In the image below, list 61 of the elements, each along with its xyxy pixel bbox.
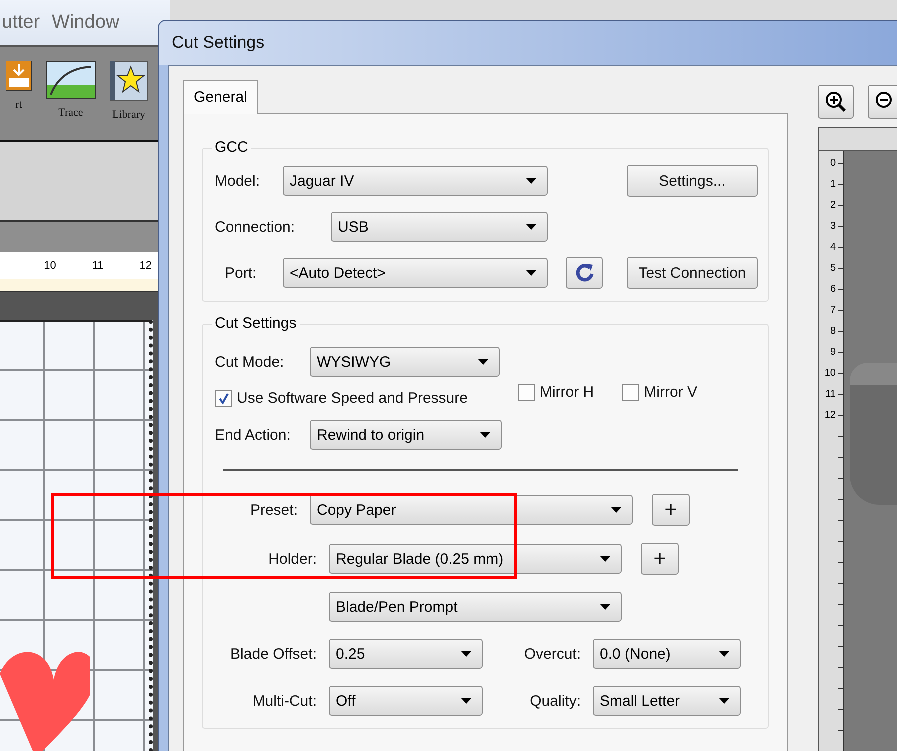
- caret-icon: [478, 359, 489, 365]
- group-title: Cut Settings: [212, 315, 300, 332]
- trace-icon[interactable]: [46, 61, 96, 99]
- caret-icon: [526, 178, 537, 184]
- window-title: Cut Settings: [172, 33, 265, 53]
- refresh-icon: [574, 263, 594, 283]
- caret-icon: [600, 556, 611, 562]
- test-connection-button[interactable]: Test Connection: [627, 257, 758, 289]
- caret-icon: [461, 651, 472, 657]
- caret-icon: [526, 224, 537, 230]
- dropdown[interactable]: Copy Paper: [310, 495, 633, 525]
- checkbox[interactable]: [215, 390, 232, 407]
- menu-item[interactable]: utter: [2, 12, 40, 34]
- checkbox[interactable]: [518, 384, 535, 401]
- caret-icon: [461, 698, 472, 704]
- dropdown[interactable]: USB: [331, 212, 548, 242]
- field-label: Cut Mode:: [215, 354, 286, 370]
- field-label: Model:: [215, 172, 262, 190]
- checkbox-label: Mirror V: [644, 384, 698, 401]
- toolbar-label: Library: [112, 109, 146, 121]
- dropdown[interactable]: Off: [329, 686, 483, 716]
- tab[interactable]: General: [183, 80, 258, 114]
- dropdown[interactable]: <Auto Detect>: [283, 258, 548, 288]
- toolbar-label: Trace: [58, 107, 84, 119]
- caret-icon: [611, 507, 622, 513]
- caret-icon: [719, 698, 730, 704]
- field-label: Blade Offset:: [230, 646, 318, 662]
- field-label: Overcut:: [523, 646, 582, 662]
- caret-icon: [526, 270, 537, 276]
- caret-icon: [719, 651, 730, 657]
- dropdown[interactable]: Blade/Pen Prompt: [329, 592, 622, 622]
- dropdown[interactable]: Jaguar IV: [283, 166, 548, 196]
- dropdown[interactable]: Rewind to origin: [310, 420, 502, 450]
- checkbox[interactable]: [622, 384, 640, 401]
- zoom-in-button[interactable]: [818, 85, 854, 119]
- checkbox-label: Mirror H: [540, 384, 594, 401]
- dropdown[interactable]: Small Letter: [593, 686, 741, 716]
- dropdown[interactable]: 0.0 (None): [593, 639, 741, 669]
- dropdown[interactable]: 0.25: [329, 639, 483, 669]
- refresh-button[interactable]: [566, 257, 603, 289]
- field-label: Quality:: [529, 692, 582, 710]
- field-label: Port:: [224, 264, 258, 282]
- dropdown[interactable]: WYSIWYG: [310, 347, 500, 377]
- add-button[interactable]: +: [641, 543, 679, 575]
- caret-icon: [480, 432, 491, 438]
- star-book-icon[interactable]: [110, 61, 148, 101]
- caret-icon: [600, 604, 611, 610]
- menu-item[interactable]: Window: [52, 12, 120, 34]
- dropdown[interactable]: Regular Blade (0.25 mm): [329, 544, 622, 574]
- field-label: Multi-Cut:: [252, 692, 318, 710]
- field-label: Connection:: [215, 218, 296, 236]
- field-label: Holder:: [268, 550, 318, 568]
- zoom-out-button[interactable]: [868, 85, 897, 119]
- import-icon[interactable]: [6, 61, 32, 91]
- zoom-in-icon: [825, 91, 847, 113]
- add-button[interactable]: +: [652, 494, 690, 526]
- field-label: Preset:: [249, 502, 299, 518]
- checkbox-label: Use Software Speed and Pressure: [237, 390, 468, 407]
- settings-button[interactable]: Settings...: [627, 165, 758, 197]
- toolbar-label: rt: [16, 99, 22, 111]
- field-label: End Action:: [215, 426, 292, 444]
